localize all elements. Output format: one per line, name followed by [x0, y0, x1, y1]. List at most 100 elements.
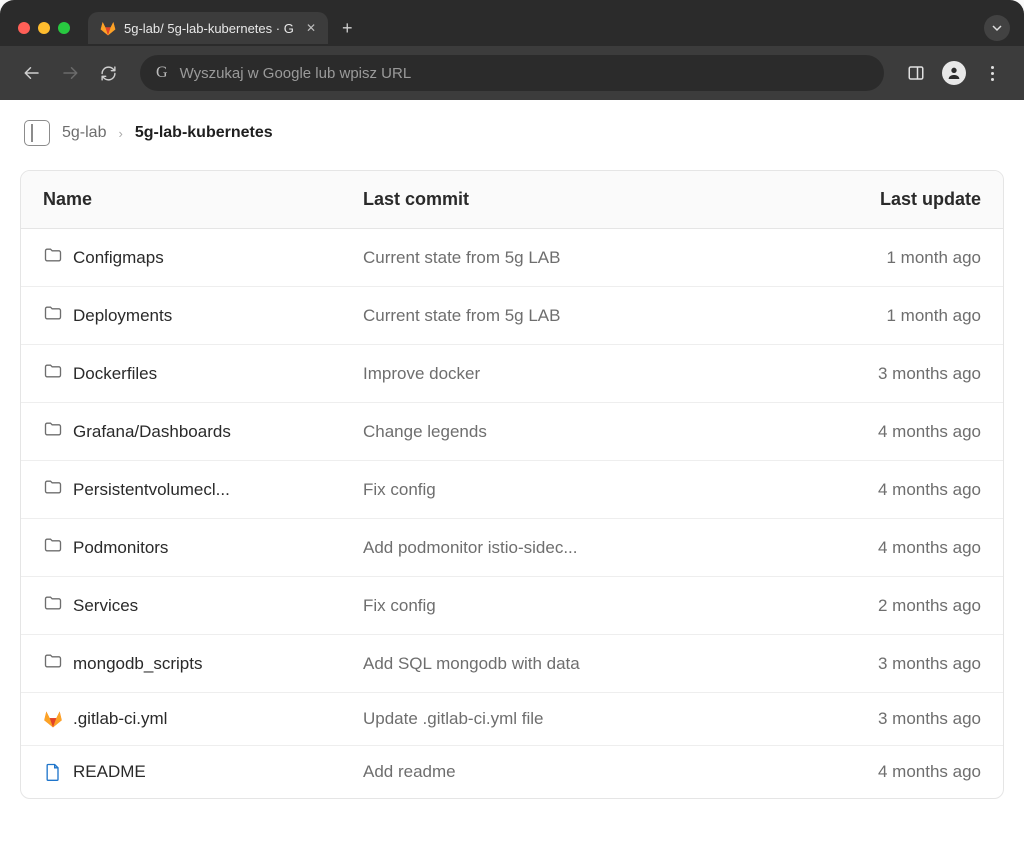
avatar-icon — [942, 61, 966, 85]
table-row: Configmaps Current state from 5g LAB1 mon… — [21, 229, 1003, 287]
forward-button[interactable] — [54, 57, 86, 89]
table-row: Services Fix config2 months ago — [21, 577, 1003, 635]
file-name: Configmaps — [73, 248, 164, 268]
back-button[interactable] — [16, 57, 48, 89]
header-name: Name — [43, 189, 363, 210]
last-update: 1 month ago — [811, 306, 981, 326]
google-search-icon: G — [156, 64, 168, 82]
window-minimize-button[interactable] — [38, 22, 50, 34]
last-update: 3 months ago — [811, 654, 981, 674]
window-close-button[interactable] — [18, 22, 30, 34]
breadcrumb-parent[interactable]: 5g-lab — [62, 124, 106, 142]
chevron-right-icon: › — [118, 126, 122, 141]
table-row: .gitlab-ci.yml Update .gitlab-ci.yml file… — [21, 693, 1003, 746]
folder-icon — [43, 419, 63, 444]
folder-icon — [43, 361, 63, 386]
table-row: README Add readme4 months ago — [21, 746, 1003, 798]
commit-message-link[interactable]: Improve docker — [363, 364, 811, 384]
file-name: mongodb_scripts — [73, 654, 202, 674]
document-icon — [43, 762, 63, 782]
file-name-link[interactable]: Podmonitors — [43, 535, 363, 560]
new-tab-button[interactable]: + — [342, 18, 353, 39]
table-row: Grafana/Dashboards Change legends4 months… — [21, 403, 1003, 461]
folder-icon — [43, 535, 63, 560]
tab-dropdown-button[interactable] — [984, 15, 1010, 41]
file-name-link[interactable]: .gitlab-ci.yml — [43, 709, 363, 729]
tab-title: 5g-lab/ 5g-lab-kubernetes · G — [124, 21, 298, 36]
reload-icon — [100, 65, 117, 82]
window-controls — [18, 22, 70, 34]
commit-message-link[interactable]: Update .gitlab-ci.yml file — [363, 709, 811, 729]
browser-chrome: 5g-lab/ 5g-lab-kubernetes · G ✕ + G Wysz… — [0, 0, 1024, 100]
last-update: 4 months ago — [811, 422, 981, 442]
file-name: Deployments — [73, 306, 172, 326]
gitlab-favicon-icon — [100, 20, 116, 36]
table-row: Persistentvolumecl... Fix config4 months … — [21, 461, 1003, 519]
file-name: Dockerfiles — [73, 364, 157, 384]
folder-icon — [43, 245, 63, 270]
file-name: Grafana/Dashboards — [73, 422, 231, 442]
breadcrumb-current: 5g-lab-kubernetes — [135, 124, 273, 142]
header-last-commit: Last commit — [363, 189, 811, 210]
commit-message-link[interactable]: Current state from 5g LAB — [363, 306, 811, 326]
folder-icon — [43, 651, 63, 676]
file-name: .gitlab-ci.yml — [73, 709, 167, 729]
commit-message-link[interactable]: Current state from 5g LAB — [363, 248, 811, 268]
file-name: Services — [73, 596, 138, 616]
reload-button[interactable] — [92, 57, 124, 89]
last-update: 3 months ago — [811, 364, 981, 384]
tab-close-button[interactable]: ✕ — [306, 21, 316, 35]
profile-button[interactable] — [938, 57, 970, 89]
commit-message-link[interactable]: Fix config — [363, 480, 811, 500]
file-browser: Name Last commit Last update ConfigmapsC… — [20, 170, 1004, 799]
sidepanel-button[interactable] — [900, 57, 932, 89]
commit-message-link[interactable]: Add SQL mongodb with data — [363, 654, 811, 674]
file-name: Persistentvolumecl... — [73, 480, 230, 500]
arrow-left-icon — [23, 64, 41, 82]
file-table-header: Name Last commit Last update — [21, 171, 1003, 229]
file-name-link[interactable]: Persistentvolumecl... — [43, 477, 363, 502]
file-name-link[interactable]: mongodb_scripts — [43, 651, 363, 676]
url-bar-placeholder: Wyszukaj w Google lub wpisz URL — [180, 65, 412, 82]
table-row: mongodb_scripts Add SQL mongodb with data… — [21, 635, 1003, 693]
url-bar[interactable]: G Wyszukaj w Google lub wpisz URL — [140, 55, 884, 91]
table-row: Podmonitors Add podmonitor istio-sidec...… — [21, 519, 1003, 577]
gitlab-icon — [43, 709, 63, 729]
page-content: 5g-lab › 5g-lab-kubernetes Name Last com… — [0, 100, 1024, 852]
folder-icon — [43, 303, 63, 328]
commit-message-link[interactable]: Add podmonitor istio-sidec... — [363, 538, 811, 558]
file-name-link[interactable]: Services — [43, 593, 363, 618]
breadcrumb: 5g-lab › 5g-lab-kubernetes — [0, 100, 1024, 170]
file-name: Podmonitors — [73, 538, 168, 558]
file-name: README — [73, 762, 146, 782]
browser-menu-button[interactable] — [976, 57, 1008, 89]
folder-icon — [43, 593, 63, 618]
browser-tab[interactable]: 5g-lab/ 5g-lab-kubernetes · G ✕ — [88, 12, 328, 44]
window-maximize-button[interactable] — [58, 22, 70, 34]
last-update: 4 months ago — [811, 480, 981, 500]
commit-message-link[interactable]: Change legends — [363, 422, 811, 442]
last-update: 1 month ago — [811, 248, 981, 268]
file-name-link[interactable]: Configmaps — [43, 245, 363, 270]
chevron-down-icon — [992, 23, 1002, 33]
commit-message-link[interactable]: Add readme — [363, 762, 811, 782]
last-update: 4 months ago — [811, 762, 981, 782]
file-name-link[interactable]: Grafana/Dashboards — [43, 419, 363, 444]
table-row: Dockerfiles Improve docker3 months ago — [21, 345, 1003, 403]
browser-toolbar: G Wyszukaj w Google lub wpisz URL — [0, 46, 1024, 100]
file-name-link[interactable]: Deployments — [43, 303, 363, 328]
last-update: 4 months ago — [811, 538, 981, 558]
last-update: 2 months ago — [811, 596, 981, 616]
kebab-menu-icon — [991, 66, 994, 81]
header-last-update: Last update — [811, 189, 981, 210]
tab-strip: 5g-lab/ 5g-lab-kubernetes · G ✕ + — [0, 0, 1024, 46]
sidepanel-icon — [907, 64, 925, 82]
commit-message-link[interactable]: Fix config — [363, 596, 811, 616]
sidebar-toggle-button[interactable] — [24, 120, 50, 146]
folder-icon — [43, 477, 63, 502]
file-name-link[interactable]: Dockerfiles — [43, 361, 363, 386]
file-name-link[interactable]: README — [43, 762, 363, 782]
arrow-right-icon — [61, 64, 79, 82]
table-row: Deployments Current state from 5g LAB1 mo… — [21, 287, 1003, 345]
last-update: 3 months ago — [811, 709, 981, 729]
